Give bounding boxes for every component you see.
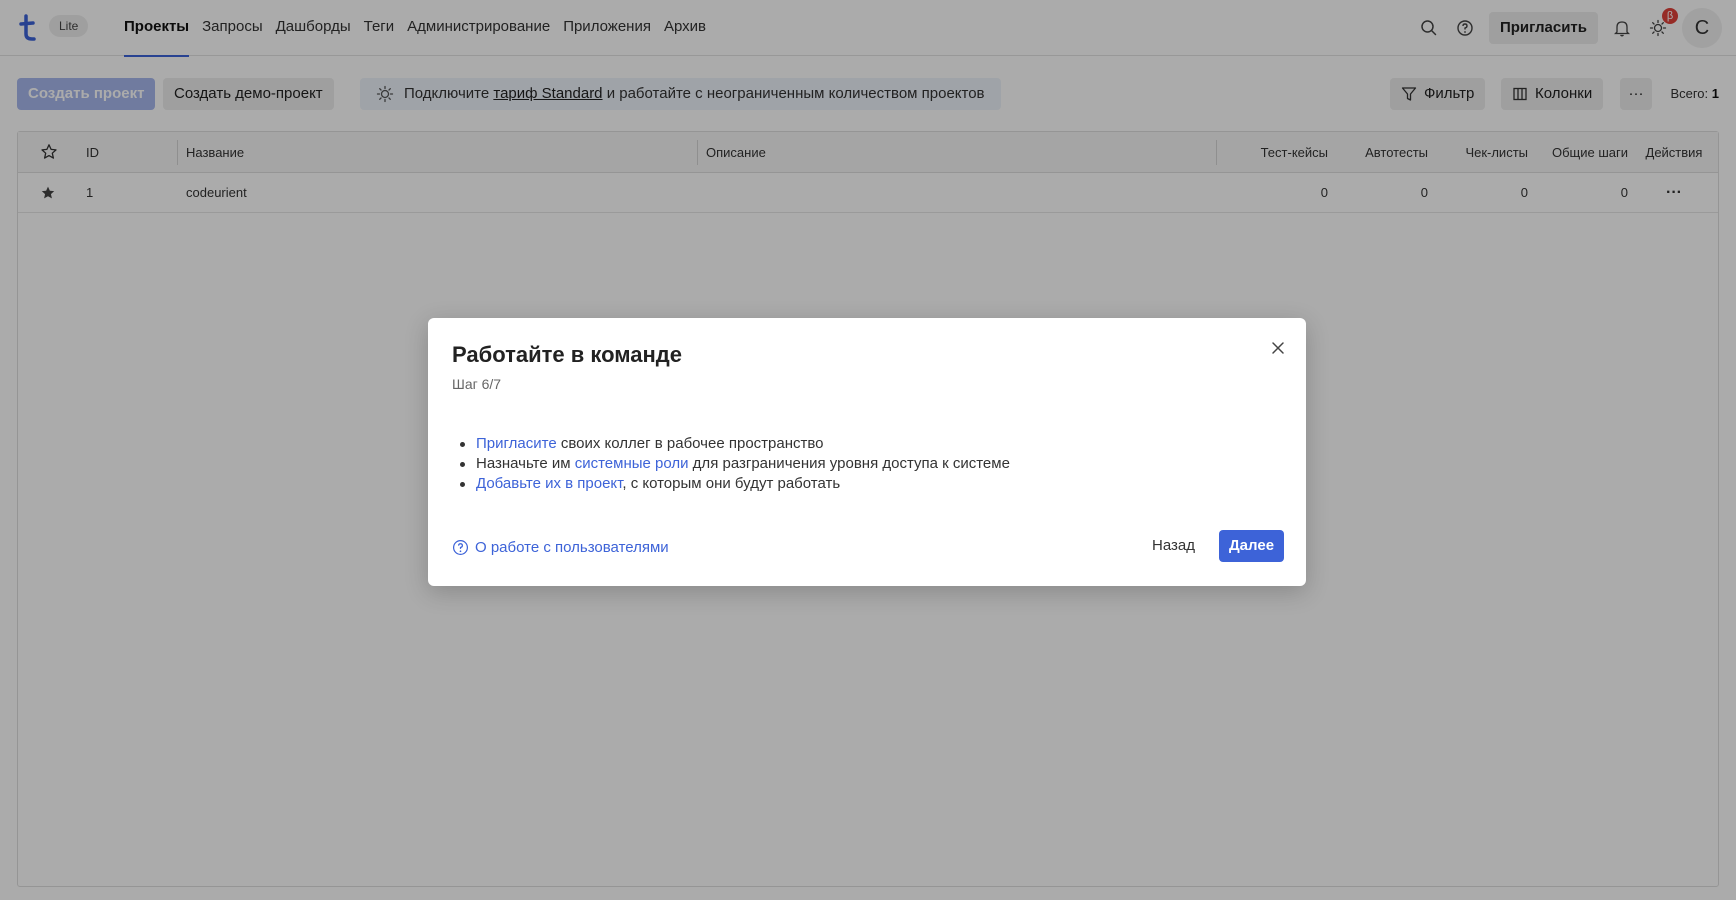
list-item-text: своих коллег в рабочее пространство	[556, 435, 824, 452]
list-item: Назначьте им системные роли для разграни…	[452, 454, 1010, 474]
help-link-label: О работе с пользователями	[475, 538, 669, 556]
help-icon	[452, 539, 469, 555]
dialog-tips-list: Пригласите своих коллег в рабочее простр…	[452, 434, 1010, 494]
list-item: Пригласите своих коллег в рабочее простр…	[452, 434, 1010, 454]
list-item: Добавьте их в проект, с которым они буду…	[452, 474, 1010, 494]
next-button[interactable]: Далее	[1219, 530, 1285, 562]
close-icon[interactable]	[1268, 338, 1288, 358]
list-item-text: для разграничения уровня доступа к систе…	[688, 455, 1010, 472]
invite-link[interactable]: Пригласите	[476, 435, 557, 452]
back-button[interactable]: Назад	[1142, 530, 1205, 562]
dialog-title: Работайте в команде	[452, 342, 682, 367]
system-roles-link[interactable]: системные роли	[575, 455, 689, 472]
list-item-text: Назначьте им	[476, 455, 575, 472]
onboarding-dialog: Работайте в команде Шаг 6/7 Пригласите с…	[428, 318, 1306, 586]
add-to-project-link[interactable]: Добавьте их в проект	[476, 475, 622, 492]
users-help-link[interactable]: О работе с пользователями	[452, 536, 669, 558]
list-item-text: , с которым они будут работать	[622, 475, 841, 492]
dialog-step: Шаг 6/7	[452, 376, 502, 392]
